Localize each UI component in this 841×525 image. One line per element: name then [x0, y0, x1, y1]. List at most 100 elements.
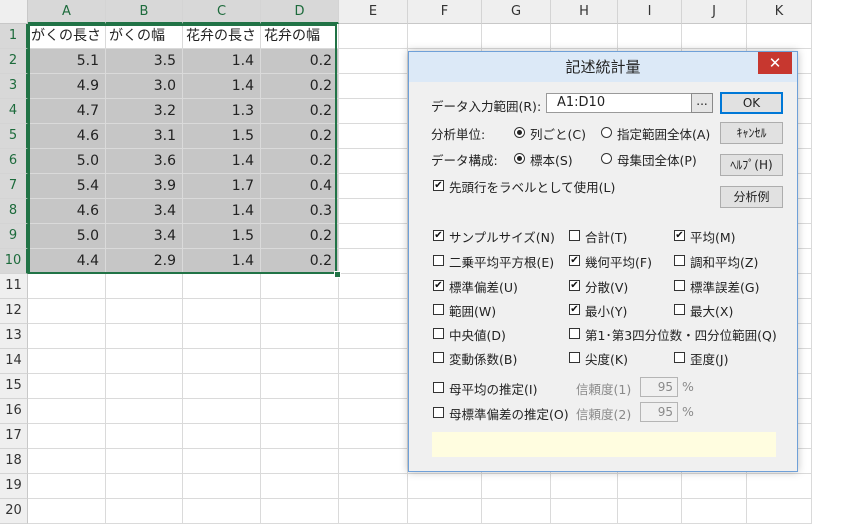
cell[interactable] [339, 349, 408, 374]
struct-sample-radio[interactable] [514, 153, 525, 164]
cell[interactable]: 4.4 [28, 249, 106, 274]
skewness-checkbox[interactable] [674, 352, 685, 363]
cell[interactable] [339, 199, 408, 224]
cell[interactable] [339, 49, 408, 74]
cell[interactable] [339, 24, 408, 49]
cell[interactable] [261, 499, 339, 524]
cell[interactable]: がくの長さ [28, 24, 106, 49]
cell[interactable] [482, 474, 551, 499]
median-checkbox[interactable] [433, 328, 444, 339]
row-header[interactable]: 5 [0, 124, 28, 149]
cell[interactable] [261, 474, 339, 499]
cell[interactable] [183, 374, 261, 399]
range-browse-button[interactable]: ... [691, 93, 713, 113]
row-header[interactable]: 13 [0, 324, 28, 349]
column-header[interactable]: D [261, 0, 339, 24]
cell[interactable] [28, 424, 106, 449]
cell[interactable] [339, 324, 408, 349]
cell[interactable] [261, 374, 339, 399]
cell[interactable] [682, 474, 747, 499]
column-header[interactable]: J [682, 0, 747, 24]
cell[interactable] [106, 449, 183, 474]
cell[interactable] [682, 24, 747, 49]
column-header[interactable]: B [106, 0, 183, 24]
cell[interactable]: 3.5 [106, 49, 183, 74]
cell[interactable] [183, 424, 261, 449]
cell[interactable] [261, 399, 339, 424]
cell[interactable]: 1.5 [183, 224, 261, 249]
row-header[interactable]: 10 [0, 249, 28, 274]
cell[interactable] [28, 399, 106, 424]
cell[interactable] [261, 324, 339, 349]
column-header[interactable]: I [618, 0, 682, 24]
quartile-checkbox[interactable] [569, 328, 580, 339]
row-header[interactable]: 17 [0, 424, 28, 449]
row-header[interactable]: 12 [0, 299, 28, 324]
help-button[interactable]: ﾍﾙﾌﾟ(H) [720, 154, 783, 176]
cell[interactable]: 花弁の長さ [183, 24, 261, 49]
cell[interactable] [747, 499, 812, 524]
sample-size-checkbox[interactable]: ✔ [433, 230, 444, 241]
cell[interactable] [551, 24, 618, 49]
cell[interactable]: 3.4 [106, 224, 183, 249]
cell[interactable] [183, 449, 261, 474]
row-header[interactable]: 20 [0, 499, 28, 524]
cell[interactable]: 0.2 [261, 74, 339, 99]
row-header[interactable]: 9 [0, 224, 28, 249]
cell[interactable] [339, 149, 408, 174]
cell[interactable] [339, 99, 408, 124]
unit-column-radio[interactable] [514, 127, 525, 138]
first-row-label-checkbox[interactable]: ✔ [433, 180, 444, 191]
cell[interactable]: 花弁の幅 [261, 24, 339, 49]
cell[interactable]: 3.9 [106, 174, 183, 199]
cell[interactable] [261, 449, 339, 474]
cell[interactable] [339, 74, 408, 99]
column-header[interactable]: K [747, 0, 812, 24]
cell[interactable]: 1.3 [183, 99, 261, 124]
cell[interactable]: 1.4 [183, 49, 261, 74]
est-sd-checkbox[interactable] [433, 407, 444, 418]
cell[interactable]: 0.4 [261, 174, 339, 199]
cell[interactable]: 1.5 [183, 124, 261, 149]
min-checkbox[interactable]: ✔ [569, 304, 580, 315]
cell[interactable] [261, 299, 339, 324]
cell[interactable]: 1.4 [183, 149, 261, 174]
cell[interactable] [482, 24, 551, 49]
row-header[interactable]: 6 [0, 149, 28, 174]
column-header[interactable]: C [183, 0, 261, 24]
row-header[interactable]: 1 [0, 24, 28, 49]
cell[interactable] [183, 274, 261, 299]
row-header[interactable]: 15 [0, 374, 28, 399]
cell[interactable] [408, 499, 482, 524]
cell[interactable]: 5.4 [28, 174, 106, 199]
cell[interactable] [106, 274, 183, 299]
cell[interactable] [747, 24, 812, 49]
cell[interactable] [106, 499, 183, 524]
cv-checkbox[interactable] [433, 352, 444, 363]
cell[interactable]: 1.7 [183, 174, 261, 199]
cell[interactable]: 2.9 [106, 249, 183, 274]
geomean-checkbox[interactable]: ✔ [569, 255, 580, 266]
cell[interactable] [339, 499, 408, 524]
sum-checkbox[interactable] [569, 230, 580, 241]
cell[interactable] [183, 399, 261, 424]
cell[interactable]: 0.2 [261, 49, 339, 74]
harmean-checkbox[interactable] [674, 255, 685, 266]
mean-checkbox[interactable]: ✔ [674, 230, 685, 241]
cell[interactable] [339, 374, 408, 399]
cell[interactable]: 4.6 [28, 199, 106, 224]
cell[interactable] [28, 324, 106, 349]
row-header[interactable]: 14 [0, 349, 28, 374]
stdev-checkbox[interactable]: ✔ [433, 280, 444, 291]
cell[interactable]: がくの幅 [106, 24, 183, 49]
row-header[interactable]: 18 [0, 449, 28, 474]
row-header[interactable]: 8 [0, 199, 28, 224]
column-header[interactable]: G [482, 0, 551, 24]
cell[interactable]: 0.2 [261, 224, 339, 249]
variance-checkbox[interactable]: ✔ [569, 280, 580, 291]
cell[interactable] [28, 374, 106, 399]
cell[interactable] [261, 349, 339, 374]
cell[interactable] [551, 499, 618, 524]
cell[interactable]: 3.4 [106, 199, 183, 224]
cell[interactable]: 0.3 [261, 199, 339, 224]
